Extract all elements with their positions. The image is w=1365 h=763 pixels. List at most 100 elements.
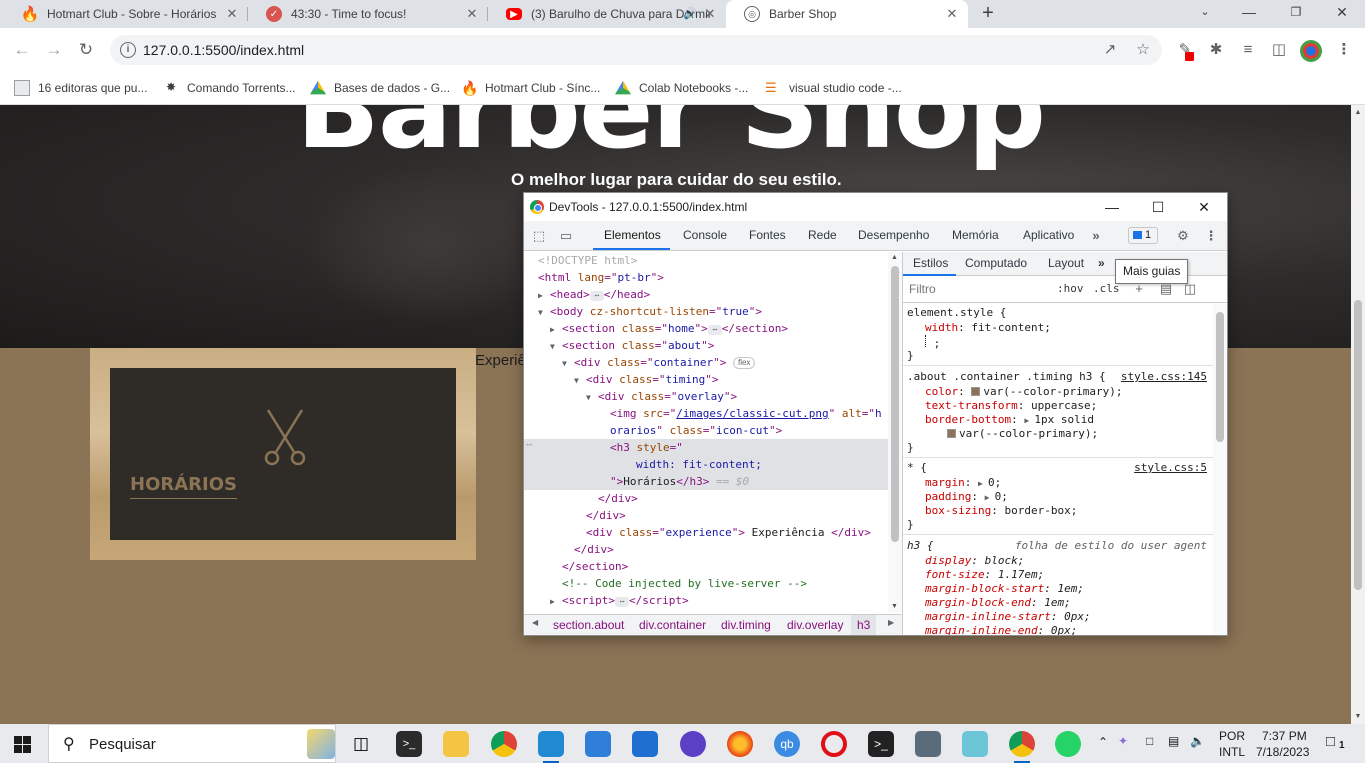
- rule-selector[interactable]: h3 {: [907, 539, 934, 553]
- speaker-icon[interactable]: 🔊: [682, 6, 698, 22]
- breadcrumb-item[interactable]: div.timing: [721, 618, 771, 632]
- address-bar[interactable]: i 127.0.0.1:5500/index.html ↗ ☆: [110, 35, 1162, 65]
- tab-elementos[interactable]: Elementos: [604, 228, 661, 242]
- dom-node[interactable]: <div class="experience"> Experiência </d…: [524, 524, 888, 541]
- qbittorrent-icon[interactable]: qb: [774, 731, 800, 757]
- tab-estilos[interactable]: Estilos: [913, 256, 948, 270]
- file-explorer-icon[interactable]: [443, 731, 469, 757]
- dom-node[interactable]: <!-- Code injected by live-server -->: [524, 575, 888, 592]
- dom-node[interactable]: ▼ <section class="about">: [524, 337, 888, 354]
- inspect-element-icon[interactable]: ⬚: [530, 227, 548, 245]
- rule-selector[interactable]: * {: [907, 461, 927, 475]
- close-tab-icon[interactable]: ✕: [702, 6, 718, 22]
- tab-console[interactable]: Console: [683, 228, 727, 242]
- app-icon[interactable]: [680, 731, 706, 757]
- back-button[interactable]: ←: [10, 38, 34, 62]
- rule-source-link[interactable]: style.css:5: [1134, 461, 1207, 475]
- breadcrumb-item[interactable]: div.container: [639, 618, 706, 632]
- taskbar-search-box[interactable]: ⚲ Pesquisar: [48, 724, 336, 763]
- close-tab-icon[interactable]: ✕: [224, 6, 240, 22]
- styles-filter-input[interactable]: [907, 280, 1047, 298]
- dom-node[interactable]: </div>: [524, 541, 888, 558]
- opera-icon[interactable]: [821, 731, 847, 757]
- devtools-close-button[interactable]: ✕: [1192, 197, 1216, 217]
- terminal-icon[interactable]: >_: [396, 731, 422, 757]
- chrome-icon[interactable]: [491, 731, 517, 757]
- url-text[interactable]: 127.0.0.1:5500/index.html: [143, 42, 304, 58]
- style-declaration[interactable]: width: fit-content;: [925, 321, 1051, 335]
- dom-tree-scrollbar[interactable]: ▲ ▼: [888, 252, 902, 612]
- bookmark-item[interactable]: ✸ Comando Torrents...: [163, 78, 296, 98]
- color-swatch[interactable]: [971, 387, 981, 396]
- tab-fontes[interactable]: Fontes: [749, 228, 786, 242]
- dom-node[interactable]: </div>: [524, 507, 888, 524]
- tab-aplicativo[interactable]: Aplicativo: [1023, 228, 1074, 242]
- dom-node[interactable]: <img src="/images/classic-cut.png" alt="…: [524, 405, 888, 422]
- style-declaration[interactable]: text-transform: uppercase;: [925, 399, 1097, 413]
- volume-icon[interactable]: 🔈: [1190, 734, 1205, 748]
- profile-avatar[interactable]: [1300, 40, 1322, 62]
- tab-rede[interactable]: Rede: [808, 228, 837, 242]
- share-icon[interactable]: ↗: [1100, 40, 1120, 60]
- tab-youtube[interactable]: ▶ (3) Barulho de Chuva para Dormir 🔊 ✕: [488, 0, 726, 28]
- issues-badge[interactable]: 1: [1128, 227, 1158, 244]
- dom-node-continued[interactable]: orarios" class="icon-cut">: [524, 422, 888, 439]
- dom-node[interactable]: ▶ <section class="home"> ⋯ </section>: [524, 320, 888, 337]
- tab-memoria[interactable]: Memória: [952, 228, 999, 242]
- devtools-minimize-button[interactable]: —: [1100, 197, 1124, 217]
- style-declaration-empty[interactable]: ;: [925, 335, 940, 350]
- dom-node[interactable]: ▼ <div class="container"> flex: [524, 354, 888, 371]
- rule-selector[interactable]: element.style {: [907, 306, 1006, 320]
- calculator-icon[interactable]: [915, 731, 941, 757]
- new-tab-button[interactable]: +: [977, 3, 999, 25]
- bookmark-item[interactable]: ☰ visual studio code -...: [765, 78, 902, 98]
- mail-icon[interactable]: [632, 731, 658, 757]
- dom-node[interactable]: ▶ <script> ⋯ </script>: [524, 592, 888, 609]
- selected-dom-node[interactable]: ⋯ <h3 style=" width: fit-content; ">Horá…: [524, 438, 888, 490]
- whatsapp-icon[interactable]: [1055, 731, 1081, 757]
- firefox-icon[interactable]: [727, 731, 753, 757]
- network-icon[interactable]: ▤: [1168, 734, 1179, 748]
- style-declaration[interactable]: box-sizing: border-box;: [925, 504, 1077, 518]
- style-declaration[interactable]: padding: ▶ 0;: [925, 490, 1008, 504]
- bookmark-item[interactable]: 16 editoras que pu...: [14, 78, 147, 98]
- site-info-icon[interactable]: i: [120, 42, 136, 58]
- devtools-menu-kebab-icon[interactable]: ⋮: [1202, 227, 1220, 245]
- style-declaration[interactable]: color: var(--color-primary);: [925, 385, 1122, 399]
- devtools-maximize-button[interactable]: ☐: [1146, 197, 1170, 217]
- tab-desempenho[interactable]: Desempenho: [858, 228, 929, 242]
- forward-button[interactable]: →: [42, 38, 66, 62]
- dom-node[interactable]: <html lang="pt-br">: [524, 269, 888, 286]
- dom-node[interactable]: ▶ <head> ⋯ </head>: [524, 286, 888, 303]
- windows-start-icon[interactable]: [14, 736, 31, 753]
- breadcrumb-item[interactable]: section.about: [553, 618, 624, 632]
- dom-node[interactable]: ▼ <body cz-shortcut-listen="true">: [524, 303, 888, 320]
- media-queue-icon[interactable]: ≡: [1237, 40, 1259, 62]
- dom-node[interactable]: </div>: [524, 490, 888, 507]
- dom-node[interactable]: <!DOCTYPE html>: [524, 252, 888, 269]
- tab-hotmart[interactable]: 🔥 Hotmart Club - Sobre - Horários ✕: [4, 0, 248, 28]
- breadcrumb-item[interactable]: div.overlay: [787, 618, 843, 632]
- tab-computado[interactable]: Computado: [965, 256, 1027, 270]
- style-declaration-continued[interactable]: var(--color-primary);: [947, 427, 1098, 441]
- notifications-button[interactable]: □ 1: [1322, 724, 1352, 763]
- dom-node[interactable]: ▼ <div class="timing">: [524, 371, 888, 388]
- tab-search-chevron-icon[interactable]: ⌄: [1182, 0, 1228, 28]
- eyedropper-extension-icon[interactable]: ✎: [1174, 40, 1196, 62]
- restore-button[interactable]: ❐: [1273, 0, 1319, 28]
- breadcrumb-item-active[interactable]: h3: [851, 615, 877, 635]
- bookmark-item[interactable]: 🔥 Hotmart Club - Sínc...: [461, 78, 600, 98]
- close-tab-icon[interactable]: ✕: [464, 6, 480, 22]
- bookmark-item[interactable]: Bases de dados - G...: [310, 78, 450, 98]
- page-scrollbar[interactable]: ▲ ▼: [1351, 105, 1365, 724]
- color-swatch[interactable]: [947, 429, 956, 438]
- tray-app-icon[interactable]: ✦: [1118, 734, 1128, 748]
- extensions-puzzle-icon[interactable]: ✱: [1205, 40, 1227, 62]
- tab-pomodoro[interactable]: ✓ 43:30 - Time to focus! ✕: [248, 0, 488, 28]
- tab-barber-shop[interactable]: ◎ Barber Shop ✕: [726, 0, 968, 28]
- flex-badge[interactable]: flex: [732, 357, 756, 369]
- settings-gear-icon[interactable]: ⚙: [1174, 227, 1192, 245]
- chrome-icon[interactable]: [1009, 731, 1035, 763]
- style-declaration[interactable]: margin: ▶ 0;: [925, 476, 1001, 490]
- language-indicator[interactable]: POR INTL: [1212, 724, 1252, 763]
